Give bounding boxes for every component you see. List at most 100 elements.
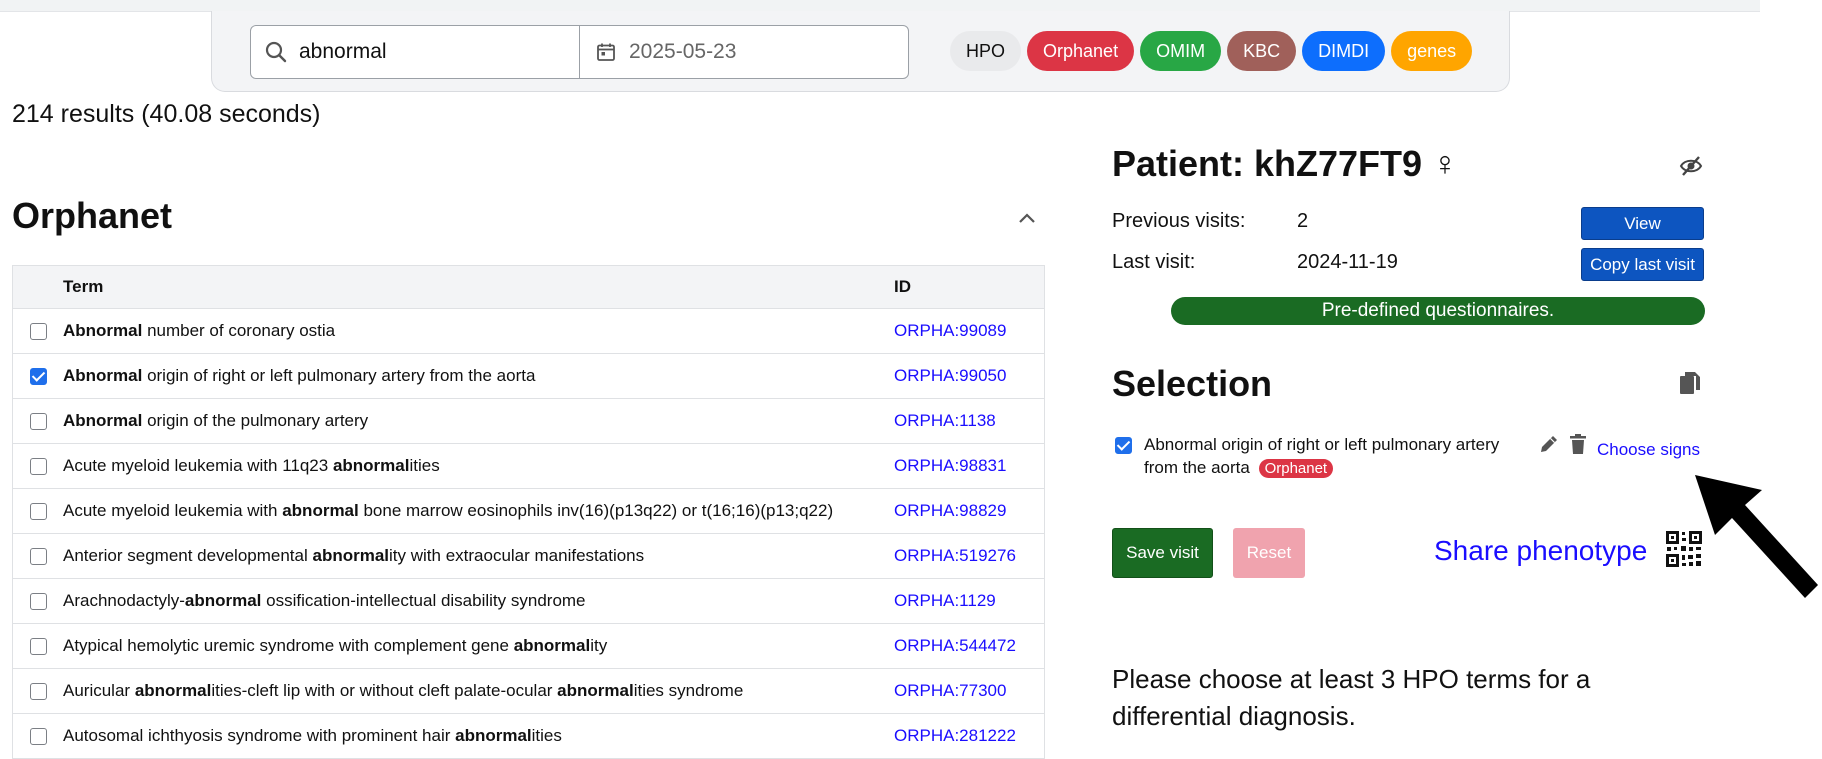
term-match-highlight: abnormal: [332, 456, 410, 475]
orpha-id-link[interactable]: ORPHA:98829: [894, 501, 1006, 520]
table-row[interactable]: Auricular abnormalities-cleft lip with o…: [12, 668, 1045, 714]
row-checkbox[interactable]: [29, 548, 47, 566]
row-checkbox[interactable]: [29, 503, 47, 521]
source-filters: HPO Orphanet OMIM KBC DIMDI genes: [950, 31, 1473, 71]
row-checkbox[interactable]: [29, 728, 47, 746]
search-query: abnormal: [299, 40, 387, 63]
term-cell: Autosomal ichthyosis syndrome with promi…: [63, 713, 894, 759]
row-checkbox[interactable]: [29, 413, 47, 431]
table-row[interactable]: Abnormal number of coronary ostia ORPHA:9…: [12, 308, 1045, 354]
term-cell: Anterior segment developmental abnormali…: [63, 533, 894, 579]
orpha-id-link[interactable]: ORPHA:99089: [894, 321, 1006, 340]
row-checkbox[interactable]: [29, 458, 47, 476]
id-cell: ORPHA:98829: [894, 488, 1045, 534]
term-cell: Acute myeloid leukemia with 11q23 abnorm…: [63, 443, 894, 489]
filter-kbc[interactable]: KBC: [1227, 31, 1297, 71]
id-cell: ORPHA:1138: [894, 398, 1045, 444]
pencil-icon[interactable]: [1538, 433, 1560, 455]
filter-dimdi[interactable]: DIMDI: [1302, 31, 1386, 71]
term-match-highlight: abnormal: [282, 501, 359, 520]
row-checkbox[interactable]: [29, 323, 47, 341]
filter-omim[interactable]: OMIM: [1140, 31, 1222, 71]
term-text: ities: [409, 456, 440, 475]
id-cell: ORPHA:281222: [894, 713, 1045, 759]
id-cell: ORPHA:1129: [894, 578, 1045, 624]
hint-text: Please choose at least 3 HPO terms for a…: [1112, 664, 1591, 731]
copy-icon[interactable]: [1678, 370, 1702, 396]
last-visit-value: 2024-11-19: [1297, 251, 1398, 273]
term-match-highlight: abnormal: [134, 681, 212, 700]
id-cell: ORPHA:99050: [894, 353, 1045, 399]
term-match-highlight: Abnormal: [63, 411, 143, 430]
orpha-id-link[interactable]: ORPHA:99050: [894, 366, 1006, 385]
table-row[interactable]: Atypical hemolytic uremic syndrome with …: [12, 623, 1045, 669]
term-text: origin of right or left pulmonary artery…: [142, 366, 536, 385]
search-input[interactable]: abnormal: [251, 26, 580, 78]
filter-hpo[interactable]: HPO: [950, 31, 1022, 71]
reset-button[interactable]: Reset: [1233, 528, 1305, 578]
table-row[interactable]: Acute myeloid leukemia with abnormal bon…: [12, 488, 1045, 534]
row-checkbox[interactable]: [29, 593, 47, 611]
orpha-id-link[interactable]: ORPHA:1129: [894, 591, 996, 610]
chevron-up-icon[interactable]: [1015, 207, 1039, 231]
term-text: origin of the pulmonary artery: [142, 411, 369, 430]
id-cell: ORPHA:519276: [894, 533, 1045, 579]
row-select-cell: [12, 353, 63, 399]
row-checkbox[interactable]: [29, 368, 47, 386]
term-cell: Atypical hemolytic uremic syndrome with …: [63, 623, 894, 669]
table-row[interactable]: Abnormal origin of the pulmonary artery O…: [12, 398, 1045, 444]
table-header-row: Term ID: [12, 265, 1045, 309]
calendar-icon: [595, 41, 617, 63]
section-title: Orphanet: [12, 195, 173, 236]
search-icon: [263, 39, 289, 65]
table-row[interactable]: Anterior segment developmental abnormali…: [12, 533, 1045, 579]
term-text: ities syndrome: [633, 681, 744, 700]
term-match-highlight: abnormal: [312, 546, 390, 565]
selected-term-checkbox[interactable]: [1115, 437, 1132, 454]
orpha-id-link[interactable]: ORPHA:519276: [894, 546, 1016, 565]
row-select-cell: [12, 308, 63, 354]
term-text: bone marrow eosinophils inv(16)(p13q22) …: [358, 501, 834, 520]
view-button[interactable]: View: [1581, 207, 1704, 240]
patient-title: Patient: khZ77FT9 ♀: [1112, 143, 1458, 185]
id-cell: ORPHA:77300: [894, 668, 1045, 714]
row-checkbox[interactable]: [29, 638, 47, 656]
filter-genes[interactable]: genes: [1391, 31, 1473, 71]
term-cell: Abnormal origin of right or left pulmona…: [63, 353, 894, 399]
trash-icon[interactable]: [1568, 433, 1588, 455]
table-row[interactable]: Autosomal ichthyosis syndrome with promi…: [12, 713, 1045, 759]
term-text: Arachnodactyly-: [63, 591, 185, 610]
table-row[interactable]: Abnormal origin of right or left pulmona…: [12, 353, 1045, 399]
term-text: Auricular: [63, 681, 135, 700]
term-text: number of coronary ostia: [142, 321, 336, 340]
questionnaires-button[interactable]: Pre-defined questionnaires.: [1171, 297, 1705, 325]
copy-last-visit-button[interactable]: Copy last visit: [1581, 248, 1704, 281]
row-select-cell: [12, 398, 63, 444]
save-visit-button[interactable]: Save visit: [1112, 528, 1213, 578]
term-text: Acute myeloid leukemia with 11q23: [63, 456, 333, 475]
eye-slash-icon[interactable]: [1678, 153, 1704, 179]
selection-title: Selection: [1112, 363, 1273, 404]
last-visit-label: Last visit:: [1112, 251, 1196, 273]
term-text: Anterior segment developmental: [63, 546, 313, 565]
previous-visits-label: Previous visits:: [1112, 210, 1246, 232]
date-input[interactable]: 2025-05-23: [580, 26, 908, 78]
row-select-cell: [12, 668, 63, 714]
orpha-id-link[interactable]: ORPHA:98831: [894, 456, 1006, 475]
row-select-cell: [12, 578, 63, 624]
share-phenotype-link[interactable]: Share phenotype: [1434, 535, 1647, 567]
pointer-arrow-icon: [1695, 475, 1818, 598]
orpha-id-link[interactable]: ORPHA:77300: [894, 681, 1006, 700]
orpha-id-link[interactable]: ORPHA:281222: [894, 726, 1016, 745]
orpha-id-link[interactable]: ORPHA:1138: [894, 411, 996, 430]
term-match-highlight: abnormal: [455, 726, 532, 745]
female-icon: ♀: [1432, 144, 1458, 183]
choose-signs-link[interactable]: Choose signs: [1597, 440, 1700, 460]
filter-orphanet[interactable]: Orphanet: [1027, 31, 1135, 71]
orpha-id-link[interactable]: ORPHA:544472: [894, 636, 1016, 655]
row-checkbox[interactable]: [29, 683, 47, 701]
table-row[interactable]: Acute myeloid leukemia with 11q23 abnorm…: [12, 443, 1045, 489]
term-match-highlight: Abnormal: [63, 321, 143, 340]
term-cell: Arachnodactyly-abnormal ossification-int…: [63, 578, 894, 624]
table-row[interactable]: Arachnodactyly-abnormal ossification-int…: [12, 578, 1045, 624]
